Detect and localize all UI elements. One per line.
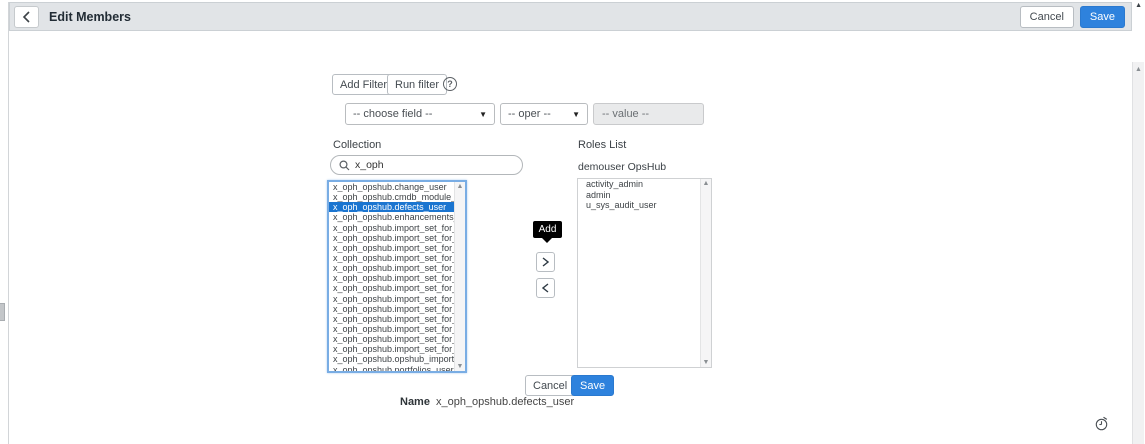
- roles-list-label: Roles List: [578, 139, 626, 151]
- scroll-down-icon[interactable]: ▼: [701, 359, 711, 366]
- collection-list-item[interactable]: x_oph_opshub.import_set_for_s: [329, 324, 454, 334]
- help-icon[interactable]: ?: [443, 77, 457, 91]
- header-save-button[interactable]: Save: [1080, 6, 1125, 28]
- collection-list-item[interactable]: x_oph_opshub.change_user: [329, 182, 454, 192]
- collection-list-item[interactable]: x_oph_opshub.import_set_for_fr: [329, 263, 454, 273]
- scroll-up-icon[interactable]: ▲: [1133, 66, 1144, 73]
- window-scroll-up-icon[interactable]: ▲: [1135, 2, 1142, 9]
- roles-list-item[interactable]: activity_admin: [578, 179, 700, 190]
- collection-search[interactable]: [330, 155, 523, 175]
- chevron-down-icon: ▼: [572, 110, 580, 119]
- collection-label: Collection: [333, 139, 381, 151]
- collection-search-input[interactable]: [355, 159, 514, 171]
- collection-list-item[interactable]: x_oph_opshub.cmdb_module_us: [329, 192, 454, 202]
- collection-list-item[interactable]: x_oph_opshub.opshub_import_s: [329, 354, 454, 364]
- collection-list-item[interactable]: x_oph_opshub.import_set_for_p: [329, 294, 454, 304]
- collection-listbox[interactable]: ▲ ▼ x_oph_opshub.change_userx_oph_opshub…: [327, 180, 467, 373]
- roles-list-item[interactable]: admin: [578, 190, 700, 201]
- chevron-left-icon: [22, 11, 31, 23]
- oper-dropdown[interactable]: -- oper -- ▼: [500, 103, 588, 125]
- collection-list-item[interactable]: x_oph_opshub.import_set_for_p: [329, 283, 454, 293]
- roles-listbox[interactable]: ▲ ▼ activity_adminadminu_sys_audit_user: [577, 178, 712, 368]
- choose-field-dropdown[interactable]: -- choose field -- ▼: [345, 103, 495, 125]
- scroll-up-icon[interactable]: ▲: [701, 180, 711, 187]
- collection-list-item[interactable]: x_oph_opshub.import_set_for_e: [329, 243, 454, 253]
- collection-list-item[interactable]: x_oph_opshub.import_set_for_te: [329, 344, 454, 354]
- collection-list-item[interactable]: x_oph_opshub.defects_user: [329, 202, 454, 212]
- name-value: x_oph_opshub.defects_user: [436, 396, 574, 408]
- splitter-handle[interactable]: [0, 303, 5, 321]
- transfer-add-button[interactable]: [536, 252, 555, 272]
- run-filter-button[interactable]: Run filter: [387, 74, 447, 95]
- chevron-left-icon: [542, 283, 549, 293]
- value-input-disabled: -- value --: [593, 103, 704, 125]
- collection-list-item[interactable]: x_oph_opshub.import_set_for_d: [329, 233, 454, 243]
- header-bar: Edit Members Cancel Save: [9, 2, 1132, 31]
- collection-list-item[interactable]: x_oph_opshub.enhancements_u: [329, 212, 454, 222]
- header-actions: Cancel Save: [1020, 6, 1125, 28]
- panel-left-border: [8, 2, 9, 444]
- name-label: Name: [400, 396, 430, 408]
- oper-value: -- oper --: [508, 108, 551, 120]
- header-cancel-button[interactable]: Cancel: [1020, 6, 1074, 28]
- edit-members-page: Edit Members Cancel Save Add Filter Run …: [0, 0, 1145, 444]
- collection-list-item[interactable]: x_oph_opshub.import_set_for_cr: [329, 223, 454, 233]
- add-filter-button[interactable]: Add Filter: [332, 74, 395, 95]
- chevron-right-icon: [542, 257, 549, 267]
- scroll-down-icon[interactable]: ▼: [455, 363, 465, 370]
- collection-list-scrollbar[interactable]: ▲ ▼: [454, 182, 465, 371]
- footer-save-button[interactable]: Save: [571, 375, 614, 396]
- choose-field-value: -- choose field --: [353, 108, 432, 120]
- roles-user-label: demouser OpsHub: [578, 161, 666, 173]
- page-title: Edit Members: [49, 10, 131, 24]
- name-row: Name x_oph_opshub.defects_user: [400, 396, 574, 408]
- collection-list-item[interactable]: x_oph_opshub.portfolios_user: [329, 365, 454, 373]
- back-button[interactable]: [14, 6, 39, 28]
- collection-list-item[interactable]: x_oph_opshub.import_set_for_p: [329, 273, 454, 283]
- search-icon: [339, 160, 350, 171]
- roles-list-scrollbar[interactable]: ▲ ▼: [700, 179, 711, 367]
- collection-list-item[interactable]: x_oph_opshub.import_set_for_e: [329, 253, 454, 263]
- chevron-down-icon: ▼: [479, 110, 487, 119]
- footer-cancel-button[interactable]: Cancel: [525, 375, 575, 396]
- add-tooltip: Add: [533, 221, 562, 238]
- roles-list-item[interactable]: u_sys_audit_user: [578, 200, 700, 211]
- collection-list-item[interactable]: x_oph_opshub.import_set_for_st: [329, 334, 454, 344]
- response-time-clock-icon[interactable]: [1094, 416, 1109, 431]
- content-scrollbar[interactable]: ▲: [1132, 62, 1144, 444]
- scroll-up-icon[interactable]: ▲: [455, 183, 465, 190]
- collection-list-item[interactable]: x_oph_opshub.import_set_for_p: [329, 314, 454, 324]
- collection-list-item[interactable]: x_oph_opshub.import_set_for_p: [329, 304, 454, 314]
- transfer-remove-button[interactable]: [536, 278, 555, 298]
